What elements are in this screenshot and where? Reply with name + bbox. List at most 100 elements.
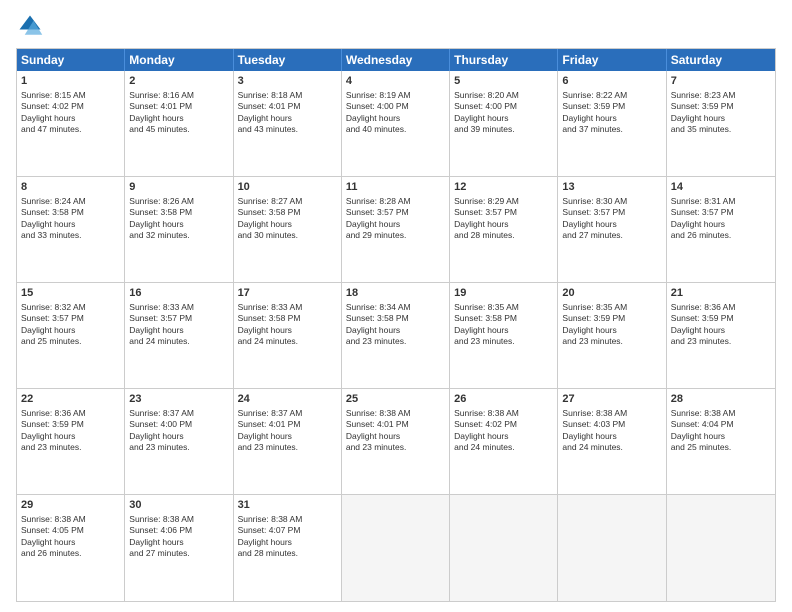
day-cell-22: 22 Sunrise: 8:36 AMSunset: 3:59 PMDaylig…	[17, 389, 125, 494]
day-cell-28: 28 Sunrise: 8:38 AMSunset: 4:04 PMDaylig…	[667, 389, 775, 494]
cell-content: Sunrise: 8:15 AMSunset: 4:02 PMDaylight …	[21, 90, 120, 136]
day-cell-9: 9 Sunrise: 8:26 AMSunset: 3:58 PMDayligh…	[125, 177, 233, 282]
cell-content: Sunrise: 8:29 AMSunset: 3:57 PMDaylight …	[454, 196, 553, 242]
day-number: 26	[454, 392, 553, 407]
cell-content: Sunrise: 8:35 AMSunset: 3:59 PMDaylight …	[562, 302, 661, 348]
day-cell-17: 17 Sunrise: 8:33 AMSunset: 3:58 PMDaylig…	[234, 283, 342, 388]
day-number: 31	[238, 498, 337, 513]
day-cell-20: 20 Sunrise: 8:35 AMSunset: 3:59 PMDaylig…	[558, 283, 666, 388]
calendar-body: 1 Sunrise: 8:15 AMSunset: 4:02 PMDayligh…	[17, 71, 775, 601]
calendar-week-3: 15 Sunrise: 8:32 AMSunset: 3:57 PMDaylig…	[17, 283, 775, 389]
day-cell-31: 31 Sunrise: 8:38 AMSunset: 4:07 PMDaylig…	[234, 495, 342, 601]
cell-content: Sunrise: 8:23 AMSunset: 3:59 PMDaylight …	[671, 90, 771, 136]
cell-content: Sunrise: 8:30 AMSunset: 3:57 PMDaylight …	[562, 196, 661, 242]
day-number: 4	[346, 74, 445, 89]
day-number: 17	[238, 286, 337, 301]
header-friday: Friday	[558, 49, 666, 71]
day-cell-5: 5 Sunrise: 8:20 AMSunset: 4:00 PMDayligh…	[450, 71, 558, 176]
day-cell-18: 18 Sunrise: 8:34 AMSunset: 3:58 PMDaylig…	[342, 283, 450, 388]
day-cell-15: 15 Sunrise: 8:32 AMSunset: 3:57 PMDaylig…	[17, 283, 125, 388]
day-cell-1: 1 Sunrise: 8:15 AMSunset: 4:02 PMDayligh…	[17, 71, 125, 176]
empty-cell	[450, 495, 558, 601]
cell-content: Sunrise: 8:36 AMSunset: 3:59 PMDaylight …	[21, 408, 120, 454]
calendar: Sunday Monday Tuesday Wednesday Thursday…	[16, 48, 776, 602]
cell-content: Sunrise: 8:18 AMSunset: 4:01 PMDaylight …	[238, 90, 337, 136]
day-cell-10: 10 Sunrise: 8:27 AMSunset: 3:58 PMDaylig…	[234, 177, 342, 282]
day-number: 28	[671, 392, 771, 407]
day-number: 9	[129, 180, 228, 195]
day-number: 1	[21, 74, 120, 89]
day-number: 15	[21, 286, 120, 301]
day-cell-27: 27 Sunrise: 8:38 AMSunset: 4:03 PMDaylig…	[558, 389, 666, 494]
cell-content: Sunrise: 8:38 AMSunset: 4:05 PMDaylight …	[21, 514, 120, 560]
header-monday: Monday	[125, 49, 233, 71]
day-cell-29: 29 Sunrise: 8:38 AMSunset: 4:05 PMDaylig…	[17, 495, 125, 601]
cell-content: Sunrise: 8:38 AMSunset: 4:03 PMDaylight …	[562, 408, 661, 454]
day-number: 14	[671, 180, 771, 195]
calendar-header: Sunday Monday Tuesday Wednesday Thursday…	[17, 49, 775, 71]
cell-content: Sunrise: 8:19 AMSunset: 4:00 PMDaylight …	[346, 90, 445, 136]
cell-content: Sunrise: 8:22 AMSunset: 3:59 PMDaylight …	[562, 90, 661, 136]
empty-cell	[558, 495, 666, 601]
cell-content: Sunrise: 8:24 AMSunset: 3:58 PMDaylight …	[21, 196, 120, 242]
header-saturday: Saturday	[667, 49, 775, 71]
cell-content: Sunrise: 8:38 AMSunset: 4:07 PMDaylight …	[238, 514, 337, 560]
day-cell-24: 24 Sunrise: 8:37 AMSunset: 4:01 PMDaylig…	[234, 389, 342, 494]
day-number: 11	[346, 180, 445, 195]
cell-content: Sunrise: 8:20 AMSunset: 4:00 PMDaylight …	[454, 90, 553, 136]
day-number: 22	[21, 392, 120, 407]
day-cell-7: 7 Sunrise: 8:23 AMSunset: 3:59 PMDayligh…	[667, 71, 775, 176]
day-cell-25: 25 Sunrise: 8:38 AMSunset: 4:01 PMDaylig…	[342, 389, 450, 494]
calendar-week-1: 1 Sunrise: 8:15 AMSunset: 4:02 PMDayligh…	[17, 71, 775, 177]
cell-content: Sunrise: 8:33 AMSunset: 3:57 PMDaylight …	[129, 302, 228, 348]
day-number: 18	[346, 286, 445, 301]
day-number: 10	[238, 180, 337, 195]
cell-content: Sunrise: 8:32 AMSunset: 3:57 PMDaylight …	[21, 302, 120, 348]
empty-cell	[342, 495, 450, 601]
header-sunday: Sunday	[17, 49, 125, 71]
day-cell-19: 19 Sunrise: 8:35 AMSunset: 3:58 PMDaylig…	[450, 283, 558, 388]
day-number: 16	[129, 286, 228, 301]
day-number: 13	[562, 180, 661, 195]
cell-content: Sunrise: 8:35 AMSunset: 3:58 PMDaylight …	[454, 302, 553, 348]
header-wednesday: Wednesday	[342, 49, 450, 71]
day-cell-12: 12 Sunrise: 8:29 AMSunset: 3:57 PMDaylig…	[450, 177, 558, 282]
header-tuesday: Tuesday	[234, 49, 342, 71]
day-cell-14: 14 Sunrise: 8:31 AMSunset: 3:57 PMDaylig…	[667, 177, 775, 282]
day-number: 19	[454, 286, 553, 301]
header	[16, 12, 776, 40]
day-number: 29	[21, 498, 120, 513]
cell-content: Sunrise: 8:38 AMSunset: 4:06 PMDaylight …	[129, 514, 228, 560]
day-number: 20	[562, 286, 661, 301]
day-number: 30	[129, 498, 228, 513]
cell-content: Sunrise: 8:28 AMSunset: 3:57 PMDaylight …	[346, 196, 445, 242]
calendar-week-4: 22 Sunrise: 8:36 AMSunset: 3:59 PMDaylig…	[17, 389, 775, 495]
cell-content: Sunrise: 8:36 AMSunset: 3:59 PMDaylight …	[671, 302, 771, 348]
day-cell-13: 13 Sunrise: 8:30 AMSunset: 3:57 PMDaylig…	[558, 177, 666, 282]
cell-content: Sunrise: 8:33 AMSunset: 3:58 PMDaylight …	[238, 302, 337, 348]
header-thursday: Thursday	[450, 49, 558, 71]
calendar-week-2: 8 Sunrise: 8:24 AMSunset: 3:58 PMDayligh…	[17, 177, 775, 283]
day-number: 27	[562, 392, 661, 407]
cell-content: Sunrise: 8:34 AMSunset: 3:58 PMDaylight …	[346, 302, 445, 348]
day-cell-26: 26 Sunrise: 8:38 AMSunset: 4:02 PMDaylig…	[450, 389, 558, 494]
day-number: 23	[129, 392, 228, 407]
day-number: 12	[454, 180, 553, 195]
day-cell-2: 2 Sunrise: 8:16 AMSunset: 4:01 PMDayligh…	[125, 71, 233, 176]
day-number: 24	[238, 392, 337, 407]
cell-content: Sunrise: 8:16 AMSunset: 4:01 PMDaylight …	[129, 90, 228, 136]
day-cell-30: 30 Sunrise: 8:38 AMSunset: 4:06 PMDaylig…	[125, 495, 233, 601]
cell-content: Sunrise: 8:37 AMSunset: 4:00 PMDaylight …	[129, 408, 228, 454]
day-cell-23: 23 Sunrise: 8:37 AMSunset: 4:00 PMDaylig…	[125, 389, 233, 494]
logo	[16, 12, 48, 40]
day-cell-11: 11 Sunrise: 8:28 AMSunset: 3:57 PMDaylig…	[342, 177, 450, 282]
logo-icon	[16, 12, 44, 40]
cell-content: Sunrise: 8:38 AMSunset: 4:02 PMDaylight …	[454, 408, 553, 454]
day-cell-21: 21 Sunrise: 8:36 AMSunset: 3:59 PMDaylig…	[667, 283, 775, 388]
empty-cell	[667, 495, 775, 601]
day-number: 6	[562, 74, 661, 89]
day-number: 21	[671, 286, 771, 301]
day-number: 25	[346, 392, 445, 407]
day-cell-16: 16 Sunrise: 8:33 AMSunset: 3:57 PMDaylig…	[125, 283, 233, 388]
cell-content: Sunrise: 8:26 AMSunset: 3:58 PMDaylight …	[129, 196, 228, 242]
